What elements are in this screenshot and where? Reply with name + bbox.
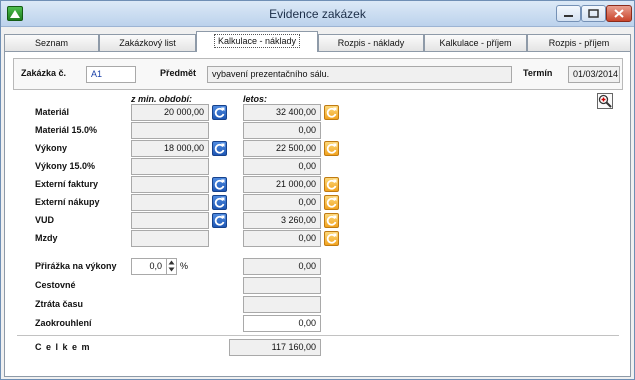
refresh-icon	[326, 107, 337, 118]
vykony-15-curr-field[interactable]: 0,00	[243, 158, 321, 175]
vykony-prev-refresh-button[interactable]	[212, 141, 227, 156]
tab-seznam[interactable]: Seznam	[4, 34, 99, 51]
vud-curr-field[interactable]: 3 260,00	[243, 212, 321, 229]
tab-kalkulace-naklady[interactable]: Kalkulace - náklady	[196, 31, 318, 52]
refresh-icon	[214, 179, 225, 190]
row-label-material: Materiál	[35, 107, 70, 117]
zaokrouhleni-field[interactable]: 0,00	[243, 315, 321, 332]
total-label: C e l k e m	[35, 342, 91, 352]
app-window: Evidence zakázek Seznam Zakázkový list K…	[0, 0, 635, 380]
externi-nakupy-prev-refresh-button[interactable]	[212, 195, 227, 210]
prev-period-column-header: z min. období:	[131, 94, 192, 104]
vykony-curr-field[interactable]: 22 500,00	[243, 140, 321, 157]
vykony-prev-field[interactable]: 18 000,00	[131, 140, 209, 157]
order-number-label: Zakázka č.	[21, 68, 67, 78]
externi-nakupy-curr-field[interactable]: 0,00	[243, 194, 321, 211]
vud-curr-refresh-button[interactable]	[324, 213, 339, 228]
order-header: Zakázka č. A1 Předmět vybavení prezentač…	[13, 58, 623, 90]
refresh-icon	[326, 233, 337, 244]
term-field[interactable]: 01/03/2014	[568, 66, 620, 83]
material-prev-refresh-button[interactable]	[212, 105, 227, 120]
vykony-curr-refresh-button[interactable]	[324, 141, 339, 156]
refresh-icon	[326, 143, 337, 154]
spin-down-icon[interactable]	[167, 266, 176, 273]
maximize-button[interactable]	[581, 5, 606, 22]
calculation-panel: Zakázka č. A1 Předmět vybavení prezentač…	[4, 51, 631, 377]
material-curr-refresh-button[interactable]	[324, 105, 339, 120]
material-prev-field[interactable]: 20 000,00	[131, 104, 209, 121]
tab-rozpis-naklady[interactable]: Rozpis - náklady	[318, 34, 424, 51]
row-label-vykony: Výkony	[35, 143, 68, 153]
ztrata-casu-field[interactable]	[243, 296, 321, 313]
surcharge-spinner[interactable]	[166, 259, 176, 274]
refresh-icon	[214, 215, 225, 226]
row-label-externi-nakupy: Externí nákupy	[35, 197, 100, 207]
total-separator	[17, 335, 619, 336]
order-number-field[interactable]: A1	[86, 66, 136, 83]
cestovne-field[interactable]	[243, 277, 321, 294]
material-15-prev-field[interactable]	[131, 122, 209, 139]
row-label-vud: VUD	[35, 215, 55, 225]
externi-faktury-curr-field[interactable]: 21 000,00	[243, 176, 321, 193]
vud-prev-refresh-button[interactable]	[212, 213, 227, 228]
row-label-zaokrouhleni: Zaokrouhlení	[35, 318, 92, 328]
close-button[interactable]	[606, 5, 632, 22]
vud-prev-field[interactable]	[131, 212, 209, 229]
refresh-icon	[326, 197, 337, 208]
material-15-curr-field[interactable]: 0,00	[243, 122, 321, 139]
refresh-icon	[214, 107, 225, 118]
mzdy-prev-field[interactable]	[131, 230, 209, 247]
title-bar: Evidence zakázek	[1, 1, 634, 27]
externi-nakupy-prev-field[interactable]	[131, 194, 209, 211]
mzdy-curr-refresh-button[interactable]	[324, 231, 339, 246]
vykony-15-prev-field[interactable]	[131, 158, 209, 175]
term-label: Termín	[523, 68, 553, 78]
tab-bar: Seznam Zakázkový list Kalkulace - náklad…	[4, 31, 631, 52]
tab-zakazkovy-list[interactable]: Zakázkový list	[99, 34, 196, 51]
row-label-mzdy: Mzdy	[35, 233, 58, 243]
refresh-icon	[214, 197, 225, 208]
externi-faktury-curr-refresh-button[interactable]	[324, 177, 339, 192]
surcharge-unit: %	[180, 261, 189, 271]
row-label-vykony-15: Výkony 15.0%	[35, 161, 96, 171]
refresh-icon	[326, 215, 337, 226]
spin-up-icon[interactable]	[167, 259, 176, 266]
material-curr-field[interactable]: 32 400,00	[243, 104, 321, 121]
surcharge-label: Přirážka na výkony	[35, 261, 117, 271]
subject-label: Předmět	[160, 68, 197, 78]
externi-faktury-prev-refresh-button[interactable]	[212, 177, 227, 192]
row-label-externi-faktury: Externí faktury	[35, 179, 99, 189]
this-year-column-header: letos:	[243, 94, 268, 104]
row-label-material-15: Materiál 15.0%	[35, 125, 98, 135]
subject-field[interactable]: vybavení prezentačního sálu.	[207, 66, 512, 83]
refresh-icon	[214, 143, 225, 154]
tab-rozpis-prijem[interactable]: Rozpis - příjem	[527, 34, 631, 51]
row-label-cestovne: Cestovné	[35, 280, 76, 290]
tab-kalkulace-prijem[interactable]: Kalkulace - příjem	[424, 34, 527, 51]
mzdy-curr-field[interactable]: 0,00	[243, 230, 321, 247]
surcharge-amount-field[interactable]: 0,00	[243, 258, 321, 275]
row-label-ztrata-casu: Ztráta času	[35, 299, 84, 309]
refresh-icon	[326, 179, 337, 190]
total-field: 117 160,00	[229, 339, 321, 356]
zoom-in-icon	[598, 94, 612, 108]
window-title: Evidence zakázek	[269, 7, 366, 21]
minimize-button[interactable]	[556, 5, 581, 22]
zoom-in-button[interactable]	[597, 93, 613, 109]
externi-nakupy-curr-refresh-button[interactable]	[324, 195, 339, 210]
externi-faktury-prev-field[interactable]	[131, 176, 209, 193]
